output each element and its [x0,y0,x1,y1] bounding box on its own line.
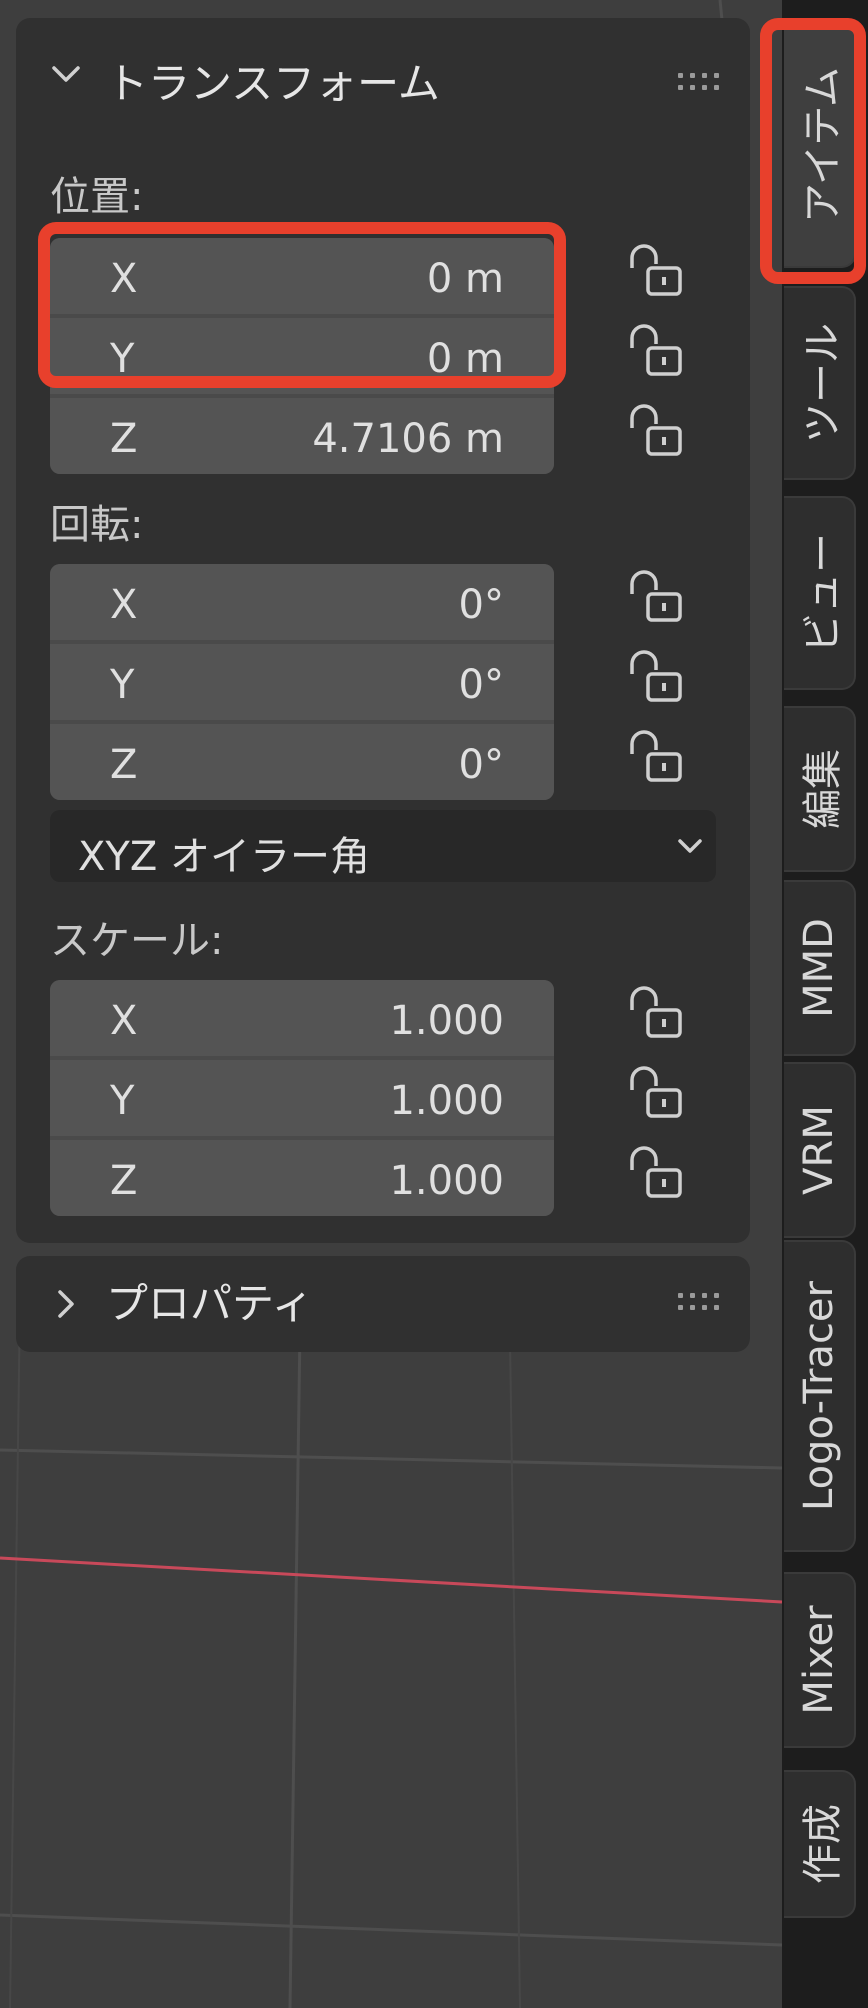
field-value: 0° [458,582,504,628]
tab-tool[interactable]: ツール [784,286,856,480]
field-value: 4.7106 m [312,416,504,462]
tab-label: ツール [800,323,846,443]
panel-title: プロパティ [106,1279,314,1328]
axis-label: Z [110,416,138,462]
location-z-field[interactable]: Z 4.7106 m [50,398,554,474]
location-fields: X 0 m Y 0 m Z 4.7106 m [50,238,554,474]
axis-label: X [110,256,138,302]
tab-label: 作成 [800,1804,846,1884]
axis-label: Y [110,662,135,708]
chevron-down-icon [678,839,702,853]
rotation-mode-dropdown[interactable]: XYZ オイラー角 [50,810,716,882]
axis-label: Y [110,336,135,382]
panel-title: トランスフォーム [106,59,440,108]
scale-fields: X 1.000 Y 1.000 Z 1.000 [50,980,554,1216]
chevron-right-icon[interactable] [46,1284,86,1324]
tab-edit[interactable]: 編集 [784,706,856,872]
tab-label: ビュー [800,533,846,653]
location-x-field[interactable]: X 0 m [50,238,554,314]
tab-label: 編集 [800,749,846,829]
tab-vrm[interactable]: VRM [784,1062,856,1238]
rotation-label: 回転: [50,502,144,548]
tab-create[interactable]: 作成 [784,1770,856,1918]
properties-panel[interactable]: プロパティ [16,1256,750,1352]
field-value: 0° [458,742,504,788]
sidebar-tab-strip: アイテム ツール ビュー 編集 MMD VRM Logo-Tracer Mixe… [782,0,868,2008]
rotation-y-field[interactable]: Y 0° [50,644,554,720]
field-value: 1.000 [389,998,504,1044]
unlock-icon[interactable] [624,570,688,626]
transform-panel-header[interactable]: トランスフォーム [16,18,750,118]
drag-grip-icon[interactable] [678,73,724,95]
rotation-z-field[interactable]: Z 0° [50,724,554,800]
field-value: 1.000 [389,1078,504,1124]
unlock-icon[interactable] [624,404,688,460]
x-axis-line [0,1556,782,1604]
tab-item[interactable]: アイテム [784,22,856,268]
unlock-icon[interactable] [624,986,688,1042]
unlock-icon[interactable] [624,650,688,706]
tab-mmd[interactable]: MMD [784,880,856,1056]
unlock-icon[interactable] [624,244,688,300]
tab-label: アイテム [800,67,846,223]
field-value: 0 m [426,336,504,382]
chevron-down-icon[interactable] [46,54,86,94]
axis-label: X [110,582,138,628]
scale-x-field[interactable]: X 1.000 [50,980,554,1056]
axis-label: X [110,998,138,1044]
location-y-field[interactable]: Y 0 m [50,318,554,394]
tab-logo-tracer[interactable]: Logo-Tracer [784,1240,856,1552]
unlock-icon[interactable] [624,324,688,380]
tab-mixer[interactable]: Mixer [784,1572,856,1748]
tab-label: MMD [796,918,842,1018]
scale-z-field[interactable]: Z 1.000 [50,1140,554,1216]
field-value: 0 m [426,256,504,302]
field-value: 1.000 [389,1158,504,1204]
axis-label: Y [110,1078,135,1124]
transform-panel: トランスフォーム 位置: X 0 m Y 0 m Z 4.7106 m 回転: … [16,18,750,1243]
tab-label: Mixer [796,1605,842,1715]
scale-y-field[interactable]: Y 1.000 [50,1060,554,1136]
axis-label: Z [110,742,138,788]
tab-label: Logo-Tracer [796,1281,842,1511]
tab-view[interactable]: ビュー [784,496,856,690]
rotation-mode-value: XYZ オイラー角 [78,834,370,880]
scale-label: スケール: [50,918,224,964]
rotation-x-field[interactable]: X 0° [50,564,554,640]
unlock-icon[interactable] [624,1066,688,1122]
tab-label: VRM [796,1105,842,1195]
unlock-icon[interactable] [624,1146,688,1202]
rotation-fields: X 0° Y 0° Z 0° [50,564,554,800]
drag-grip-icon[interactable] [678,1293,724,1315]
unlock-icon[interactable] [624,730,688,786]
location-label: 位置: [50,174,144,220]
axis-label: Z [110,1158,138,1204]
field-value: 0° [458,662,504,708]
